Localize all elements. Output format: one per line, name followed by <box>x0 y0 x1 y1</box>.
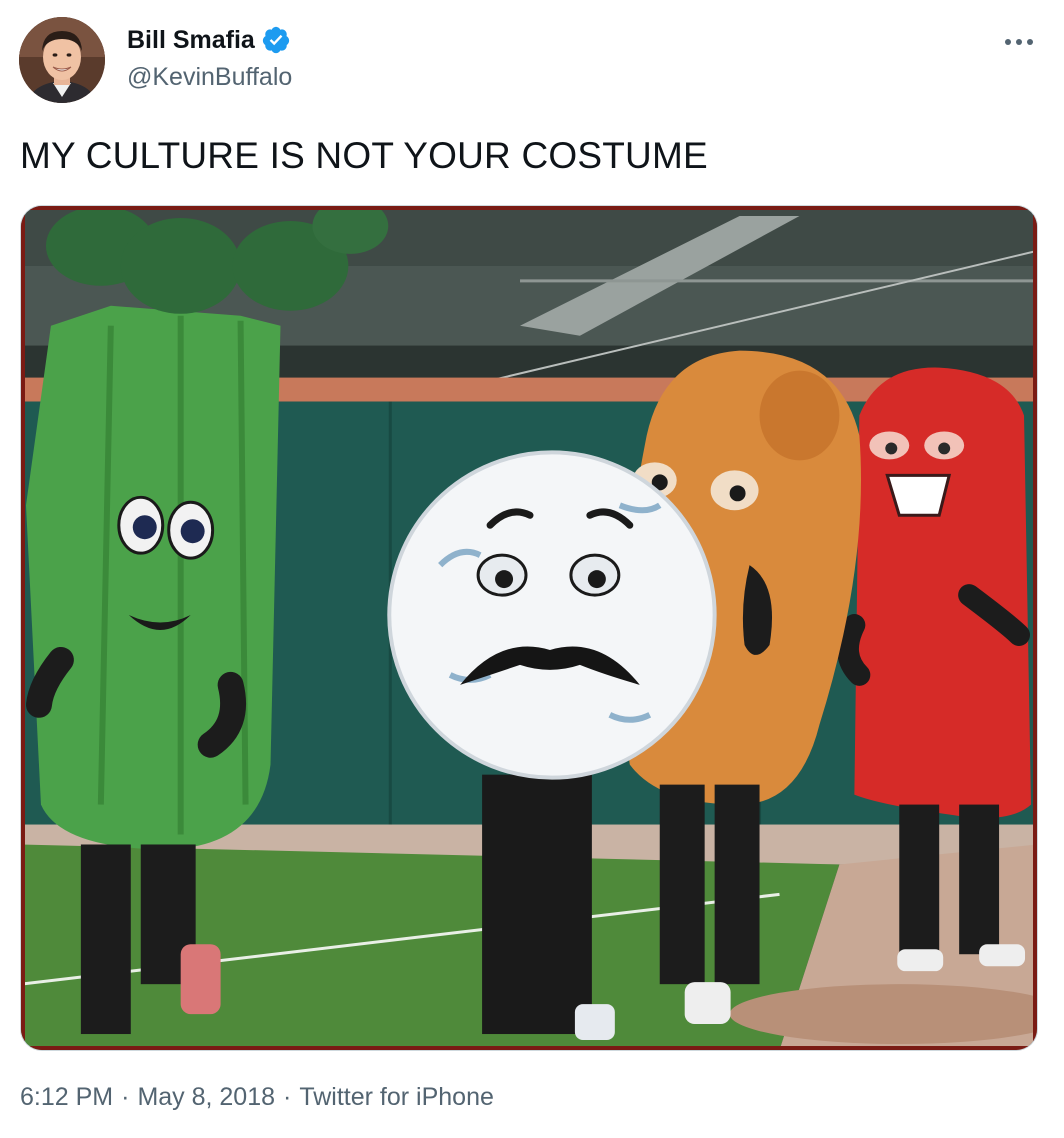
more-horizontal-icon <box>1004 38 1034 46</box>
author-display-name[interactable]: Bill Smafia <box>127 25 255 55</box>
tweet: Bill Smafia @KevinBuffalo MY CULTURE IS … <box>0 0 1064 1138</box>
tweet-text: MY CULTURE IS NOT YOUR COSTUME <box>20 135 708 176</box>
more-options-button[interactable] <box>1001 24 1037 60</box>
tweet-meta: 6:12 PM · May 8, 2018 · Twitter for iPho… <box>20 1080 494 1114</box>
meta-separator: · <box>121 1083 130 1111</box>
tweet-photo[interactable] <box>20 205 1038 1051</box>
tweet-source[interactable]: Twitter for iPhone <box>299 1080 494 1114</box>
tweet-date[interactable]: May 8, 2018 <box>137 1080 275 1114</box>
author-handle[interactable]: @KevinBuffalo <box>127 62 292 92</box>
tweet-time[interactable]: 6:12 PM <box>20 1080 113 1114</box>
author-avatar[interactable] <box>19 17 105 103</box>
author-name-row: Bill Smafia <box>127 25 291 55</box>
verified-badge-icon <box>261 25 291 55</box>
meta-separator: · <box>283 1083 292 1111</box>
